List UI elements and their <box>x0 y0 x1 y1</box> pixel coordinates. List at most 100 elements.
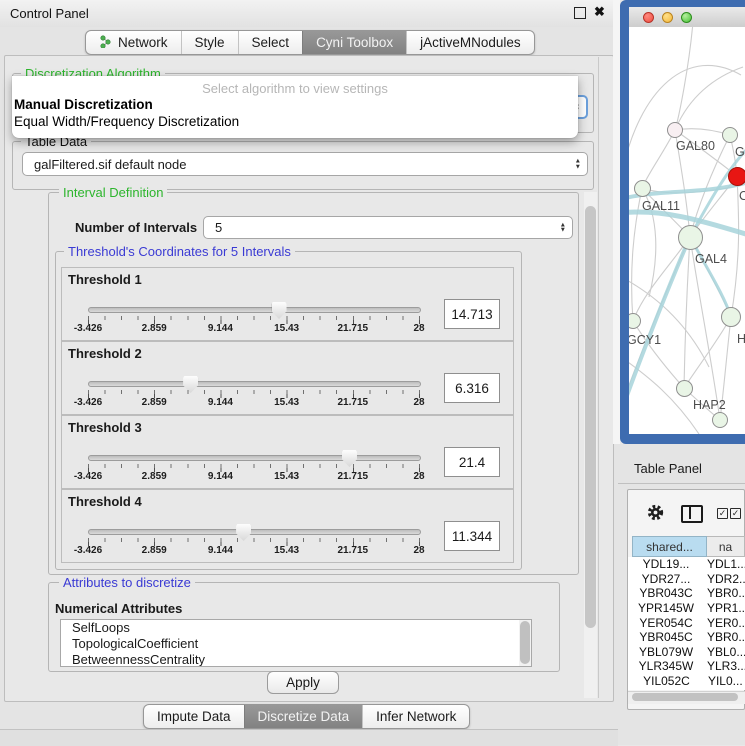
table-cell: YBL0... <box>704 645 745 659</box>
table-row[interactable]: YLR345WYLR3... <box>628 659 745 674</box>
threshold-slider[interactable]: -3.4262.8599.14415.4321.71528 <box>88 300 420 336</box>
number-of-intervals-combobox[interactable]: 5 ▲▼ <box>203 216 573 239</box>
window-close-button[interactable] <box>643 12 654 23</box>
table-cell: YER054C <box>628 616 704 630</box>
table-cell: YDR27... <box>628 572 704 586</box>
tab-network[interactable]: Network <box>86 31 181 54</box>
close-icon[interactable]: ✖ <box>594 4 605 20</box>
network-node[interactable] <box>634 180 651 197</box>
table-cell: YIL0... <box>705 674 745 688</box>
table-row[interactable]: YIL052CYIL0... <box>628 674 745 689</box>
group-title: Attributes to discretize <box>59 575 195 590</box>
node-label: GAL4 <box>695 252 727 266</box>
checkbox-icon[interactable]: ✓ <box>717 508 728 519</box>
table-cell: YDL1... <box>704 557 745 571</box>
tab-select[interactable]: Select <box>238 31 303 54</box>
node-label: GAL80 <box>676 139 715 153</box>
table-row[interactable]: YDL19...YDL1... <box>628 557 745 572</box>
inner-panel-border <box>598 57 599 698</box>
table-row[interactable]: YBR043CYBR0... <box>628 586 745 601</box>
apply-button[interactable]: Apply <box>267 671 339 694</box>
table-cell: YDL19... <box>628 557 704 571</box>
threshold-label: Threshold 1 <box>68 272 142 287</box>
table-row[interactable]: YDR27...YDR2... <box>628 572 745 587</box>
numerical-attributes-list[interactable]: SelfLoops TopologicalCoefficient Between… <box>60 619 532 667</box>
tab-jactivemnodules[interactable]: jActiveMNodules <box>406 31 534 54</box>
tab-cyni-toolbox[interactable]: Cyni Toolbox <box>302 31 406 54</box>
slider-tick-labels: -3.4262.8599.14415.4321.71528 <box>88 545 419 557</box>
threshold-slider[interactable]: -3.4262.8599.14415.4321.71528 <box>88 374 420 410</box>
panel-scrollbar-thumb[interactable] <box>585 206 596 628</box>
network-node[interactable] <box>728 167 745 186</box>
threshold-slider[interactable]: -3.4262.8599.14415.4321.71528 <box>88 522 420 558</box>
checkbox-icon[interactable]: ✓ <box>730 508 741 519</box>
network-node[interactable] <box>712 412 728 428</box>
tab-discretize-data[interactable]: Discretize Data <box>244 705 363 728</box>
table-data-combobox[interactable]: galFiltered.sif default node ▲▼ <box>22 152 588 176</box>
bottom-tab-bar: Impute Data Discretize Data Infer Networ… <box>143 704 470 729</box>
slider-tick-labels: -3.4262.8599.14415.4321.71528 <box>88 471 419 483</box>
threshold-label: Threshold 4 <box>68 494 142 509</box>
node-label: H <box>737 332 745 346</box>
table-row[interactable]: YER054CYER0... <box>628 615 745 630</box>
list-item[interactable]: TopologicalCoefficient <box>61 636 531 652</box>
table-row[interactable]: YPR145WYPR1... <box>628 601 745 616</box>
network-node[interactable] <box>667 122 683 138</box>
tab-style[interactable]: Style <box>181 31 238 54</box>
threshold-panel-1: Threshold 1 -3.4262.8599.14415.4321.7152… <box>61 267 514 341</box>
split-view-icon-divider <box>689 505 691 519</box>
number-of-intervals-value: 5 <box>215 220 222 235</box>
popup-item-manual-discretization[interactable]: Manual Discretization <box>12 96 578 113</box>
threshold-value-box[interactable]: 6.316 <box>444 373 500 403</box>
table-cell: YPR1... <box>704 601 745 615</box>
network-node[interactable] <box>678 225 703 250</box>
table-hscrollbar-thumb[interactable] <box>632 693 738 701</box>
float-window-icon[interactable] <box>574 7 586 19</box>
threshold-label: Threshold 3 <box>68 420 142 435</box>
threshold-panel-4: Threshold 4 -3.4262.8599.14415.4321.7152… <box>61 489 514 563</box>
column-header-shared[interactable]: shared... <box>632 536 707 557</box>
table-cell: YBL079W <box>628 645 704 659</box>
slider-track[interactable] <box>88 381 421 387</box>
list-item[interactable]: BetweennessCentrality <box>61 652 531 667</box>
slider-track[interactable] <box>88 529 421 535</box>
gear-icon[interactable] <box>647 504 664 526</box>
number-of-intervals-label: Number of Intervals <box>75 220 197 235</box>
popup-placeholder: Select algorithm to view settings <box>12 81 578 96</box>
column-header-name[interactable]: na <box>707 536 745 557</box>
table-cell: YBR0... <box>704 630 745 644</box>
table-row[interactable]: YBL079WYBL0... <box>628 645 745 660</box>
window-minimize-button[interactable] <box>662 12 673 23</box>
threshold-slider[interactable]: -3.4262.8599.14415.4321.71528 <box>88 448 420 484</box>
network-node[interactable] <box>722 127 738 143</box>
group-title: Interval Definition <box>59 185 167 200</box>
tab-impute-data[interactable]: Impute Data <box>144 705 244 728</box>
numerical-attributes-label: Numerical Attributes <box>55 601 182 616</box>
threshold-value-box[interactable]: 21.4 <box>444 447 500 477</box>
attributes-scrollbar-thumb[interactable] <box>520 621 530 664</box>
slider-track[interactable] <box>88 455 421 461</box>
table-cell: YER0... <box>704 616 745 630</box>
table-cell: YBR045C <box>628 630 704 644</box>
slider-track[interactable] <box>88 307 421 313</box>
table-rows: YDL19...YDL1...YDR27...YDR2...YBR043CYBR… <box>628 557 745 690</box>
threshold-label: Threshold 2 <box>68 346 142 361</box>
list-item[interactable]: SelfLoops <box>61 620 531 636</box>
threshold-value-box[interactable]: 11.344 <box>444 521 500 551</box>
window-zoom-button[interactable] <box>681 12 692 23</box>
popup-item-equal-width-frequency[interactable]: Equal Width/Frequency Discretization <box>12 113 578 130</box>
network-node[interactable] <box>676 380 693 397</box>
table-row[interactable]: YBR045CYBR0... <box>628 630 745 645</box>
tab-infer-network[interactable]: Infer Network <box>362 705 469 728</box>
split-view-icon[interactable] <box>681 505 703 523</box>
network-node[interactable] <box>721 307 741 327</box>
threshold-value-box[interactable]: 14.713 <box>444 299 500 329</box>
table-cell: YLR345W <box>628 659 704 673</box>
algorithm-dropdown-popup: Select algorithm to view settings Manual… <box>12 76 578 138</box>
top-tab-bar: Network Style Select Cyni Toolbox jActiv… <box>85 30 535 55</box>
stepper-icon: ▲▼ <box>560 222 566 233</box>
table-cell: YPR145W <box>628 601 704 615</box>
network-canvas[interactable]: GAL80GACGAL11GAL4GCY1HHAP2 <box>629 27 745 434</box>
slider-tick-labels: -3.4262.8599.14415.4321.71528 <box>88 323 419 335</box>
tab-label: Impute Data <box>157 709 231 724</box>
